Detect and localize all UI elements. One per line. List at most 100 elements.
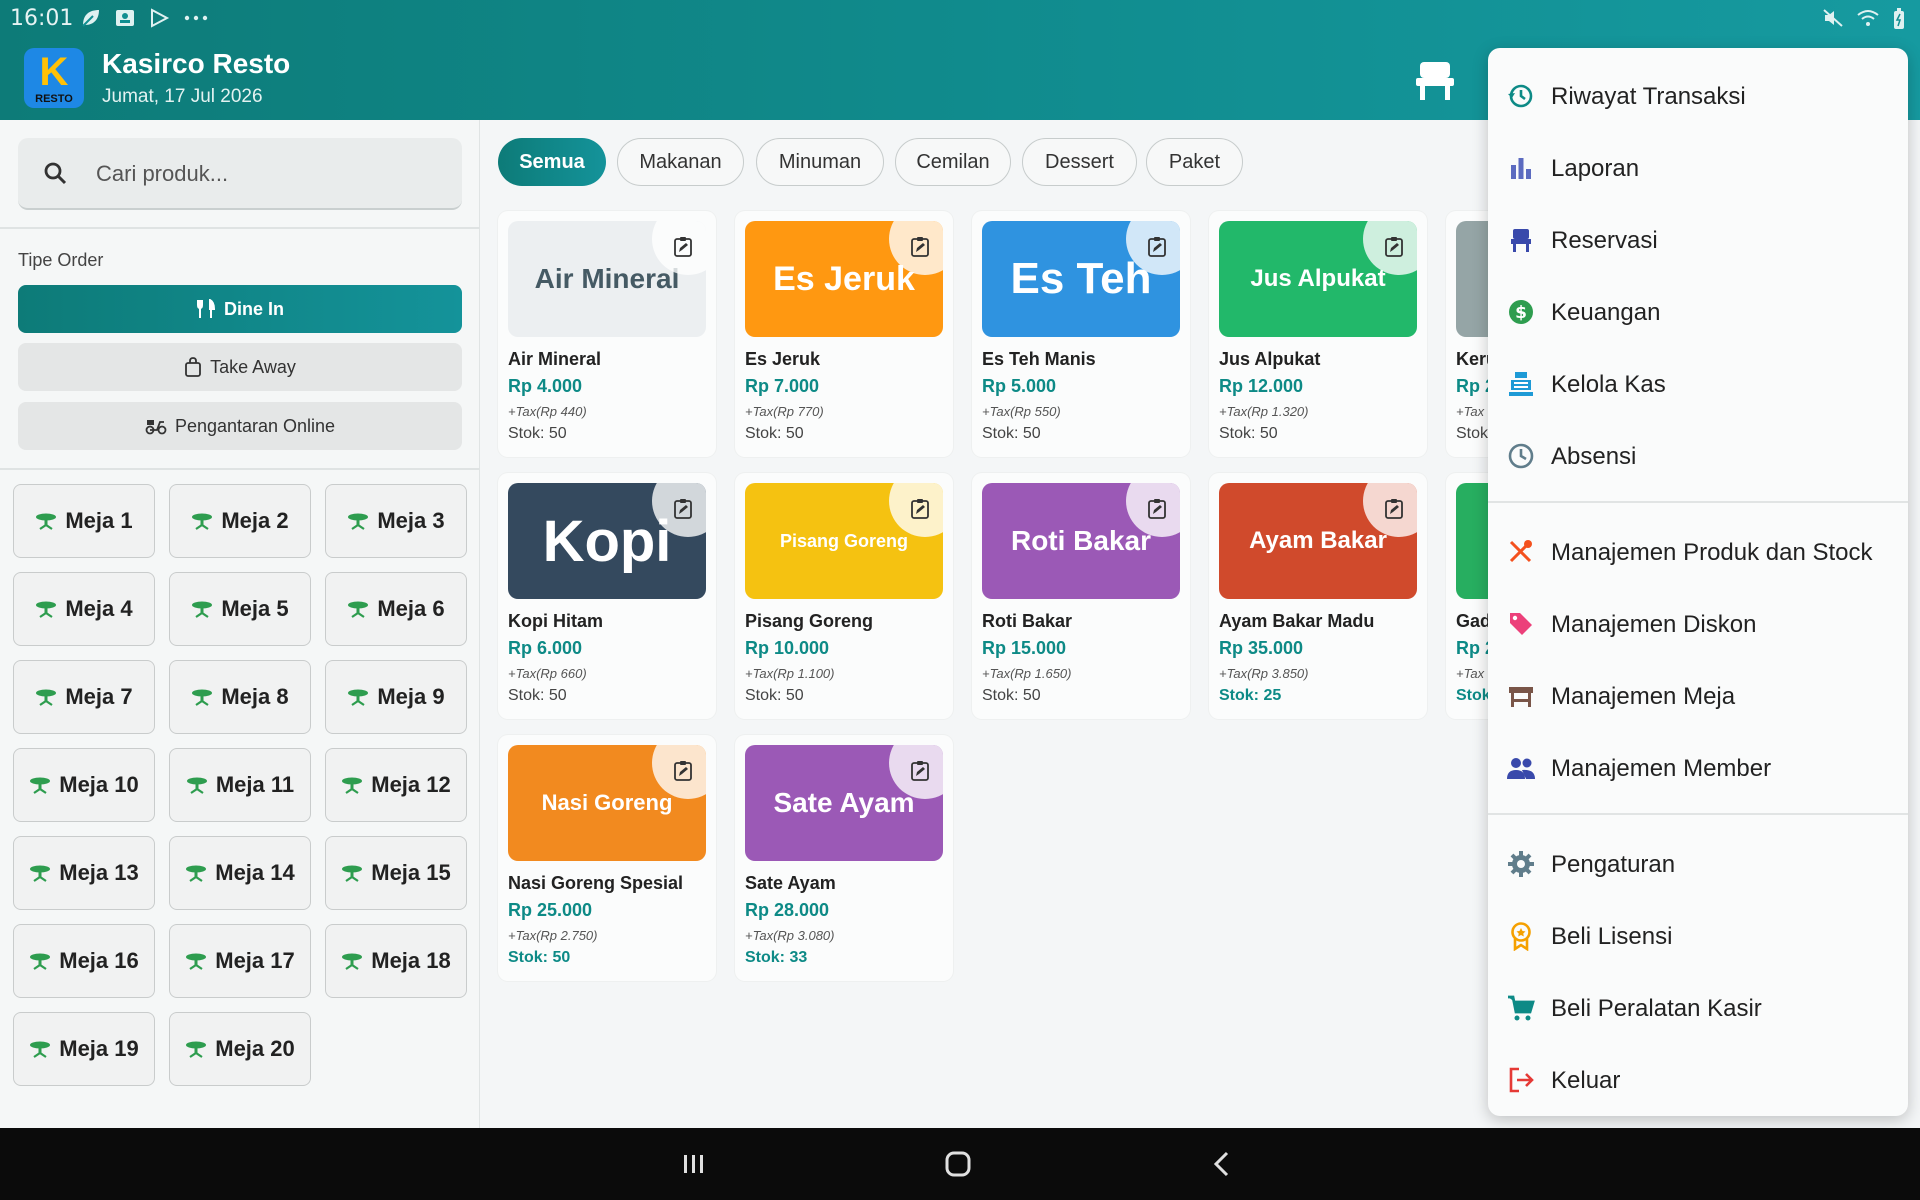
current-date: Jumat, 17 Jul 2026 xyxy=(102,86,263,107)
menu-item[interactable]: Manajemen Diskon xyxy=(1488,590,1908,656)
clock-icon xyxy=(1508,443,1534,469)
logo-letter: K xyxy=(39,50,69,94)
product-card[interactable]: Sate Ayam Sate Ayam Rp 28.000 +Tax(Rp 3.080… xyxy=(735,735,953,981)
menu-item[interactable]: Absensi xyxy=(1488,422,1908,488)
order-type-label: Tipe Order xyxy=(18,250,104,270)
menu-item[interactable]: Manajemen Produk dan Stock xyxy=(1488,518,1908,584)
bar-chart-icon xyxy=(1511,158,1531,179)
thumbnail-text: Air Mineral xyxy=(534,263,680,294)
table-button[interactable]: Meja 3 xyxy=(325,484,467,558)
menu-item[interactable]: Riwayat Transaksi xyxy=(1488,62,1908,128)
status-notification-icons xyxy=(80,8,210,28)
table-button[interactable]: Meja 20 xyxy=(169,1012,311,1086)
table-button[interactable]: Meja 15 xyxy=(325,836,467,910)
product-card[interactable]: Kopi Kopi Hitam Rp 6.000 +Tax(Rp 660) Stok: … xyxy=(498,473,716,719)
menu-item[interactable]: Keluar xyxy=(1488,1046,1908,1112)
table-label: Meja 14 xyxy=(215,860,295,885)
menu-item-label: Beli Peralatan Kasir xyxy=(1551,995,1762,1022)
recent-apps-button[interactable] xyxy=(668,1146,720,1182)
menu-item[interactable]: Pengaturan xyxy=(1488,830,1908,896)
product-card[interactable]: Es Teh Es Teh Manis Rp 5.000 +Tax(Rp 550) St… xyxy=(972,211,1190,457)
edit-icon xyxy=(911,761,929,781)
product-card[interactable]: Es Jeruk Es Jeruk Rp 7.000 +Tax(Rp 770) Stok… xyxy=(735,211,953,457)
menu-item[interactable]: Laporan xyxy=(1488,134,1908,200)
take-away-button[interactable]: Take Away xyxy=(18,343,462,391)
product-card[interactable]: Pisang Goreng Pisang Goreng Rp 10.000 +Tax(… xyxy=(735,473,953,719)
table-button[interactable]: Meja 6 xyxy=(325,572,467,646)
product-thumbnail: Sate Ayam xyxy=(745,745,943,861)
menu-item[interactable]: Reservasi xyxy=(1488,206,1908,272)
reservation-button[interactable] xyxy=(1410,58,1460,102)
product-tax: +Tax(Rp 3.850) xyxy=(1219,666,1309,681)
more-dots-icon xyxy=(182,8,210,28)
tag-icon xyxy=(1510,613,1532,635)
category-chip[interactable]: Cemilan xyxy=(895,138,1011,186)
divider xyxy=(0,468,480,470)
product-name: Jus Alpukat xyxy=(1219,349,1321,369)
table-button[interactable]: Meja 19 xyxy=(13,1012,155,1086)
category-chip[interactable]: Paket xyxy=(1146,138,1243,186)
menu-item[interactable]: Kelola Kas xyxy=(1488,350,1908,416)
edit-icon xyxy=(911,499,929,519)
thumbnail-text: Es Jeruk xyxy=(773,259,915,298)
menu-item[interactable]: $ Keuangan xyxy=(1488,278,1908,344)
product-card[interactable]: Ayam Bakar Ayam Bakar Madu Rp 35.000 +Tax(R… xyxy=(1209,473,1427,719)
table-button[interactable]: Meja 4 xyxy=(13,572,155,646)
table-icon xyxy=(36,513,57,530)
play-store-icon xyxy=(148,8,170,28)
dine-in-button[interactable]: Dine In xyxy=(18,285,462,333)
category-chip[interactable]: Dessert xyxy=(1022,138,1137,186)
table-button[interactable]: Meja 11 xyxy=(169,748,311,822)
menu-item[interactable]: Beli Lisensi xyxy=(1488,902,1908,968)
category-chip[interactable]: Minuman xyxy=(756,138,884,186)
table-button[interactable]: Meja 2 xyxy=(169,484,311,558)
table-icon xyxy=(30,1041,51,1058)
table-button[interactable]: Meja 8 xyxy=(169,660,311,734)
menu-item[interactable]: Beli Peralatan Kasir xyxy=(1488,974,1908,1040)
category-chip[interactable]: Makanan xyxy=(617,138,744,186)
status-bar: 16:01 xyxy=(0,0,1920,36)
product-tax: +Tax(Rp 1.320) xyxy=(1219,404,1309,419)
product-card[interactable]: Jus Alpukat Jus Alpukat Rp 12.000 +Tax(Rp 1… xyxy=(1209,211,1427,457)
product-name: Ayam Bakar Madu xyxy=(1219,611,1375,631)
online-delivery-button[interactable]: Pengantaran Online xyxy=(18,402,462,450)
search-input[interactable] xyxy=(96,154,436,194)
product-card[interactable]: Roti Bakar Roti Bakar Rp 15.000 +Tax(Rp 1.6… xyxy=(972,473,1190,719)
menu-item[interactable]: Manajemen Meja xyxy=(1488,662,1908,728)
table-button[interactable]: Meja 10 xyxy=(13,748,155,822)
product-stock: Stok: 50 xyxy=(745,687,804,704)
edit-product-button[interactable] xyxy=(889,483,943,537)
menu-item-label: Kelola Kas xyxy=(1551,371,1666,398)
product-price: Rp 15.000 xyxy=(982,638,1067,658)
edit-icon xyxy=(1385,499,1403,519)
search-box[interactable] xyxy=(18,138,462,210)
take-away-label: Take Away xyxy=(210,356,296,377)
table-button[interactable]: Meja 1 xyxy=(13,484,155,558)
dollar-icon: $ xyxy=(1509,300,1533,324)
edit-icon xyxy=(1148,237,1166,257)
table-button[interactable]: Meja 7 xyxy=(13,660,155,734)
table-button[interactable]: Meja 16 xyxy=(13,924,155,998)
table-button[interactable]: Meja 12 xyxy=(325,748,467,822)
product-thumbnail: Ayam Bakar xyxy=(1219,483,1417,599)
product-card[interactable]: Air Mineral Air Mineral Rp 4.000 +Tax(Rp 44… xyxy=(498,211,716,457)
product-thumbnail: Es Jeruk xyxy=(745,221,943,337)
app-logo: K RESTO xyxy=(24,48,84,108)
table-button[interactable]: Meja 5 xyxy=(169,572,311,646)
table-button[interactable]: Meja 18 xyxy=(325,924,467,998)
back-button[interactable] xyxy=(1196,1146,1248,1182)
menu-item[interactable]: Manajemen Member xyxy=(1488,734,1908,800)
table-icon xyxy=(36,689,57,706)
app-title: Kasirco Resto xyxy=(102,48,291,79)
table-button[interactable]: Meja 17 xyxy=(169,924,311,998)
product-price: Rp 7.000 xyxy=(745,376,820,396)
table-button[interactable]: Meja 14 xyxy=(169,836,311,910)
table-button[interactable]: Meja 13 xyxy=(13,836,155,910)
product-card[interactable]: Nasi Goreng Nasi Goreng Spesial Rp 25.000 +… xyxy=(498,735,716,981)
product-stock: Stok: 50 xyxy=(745,425,804,442)
category-chip[interactable]: Semua xyxy=(498,138,606,186)
thumbnail-text: Pisang Goreng xyxy=(779,530,909,551)
table-button[interactable]: Meja 9 xyxy=(325,660,467,734)
contact-card-icon xyxy=(114,8,136,28)
home-button[interactable] xyxy=(932,1146,984,1182)
